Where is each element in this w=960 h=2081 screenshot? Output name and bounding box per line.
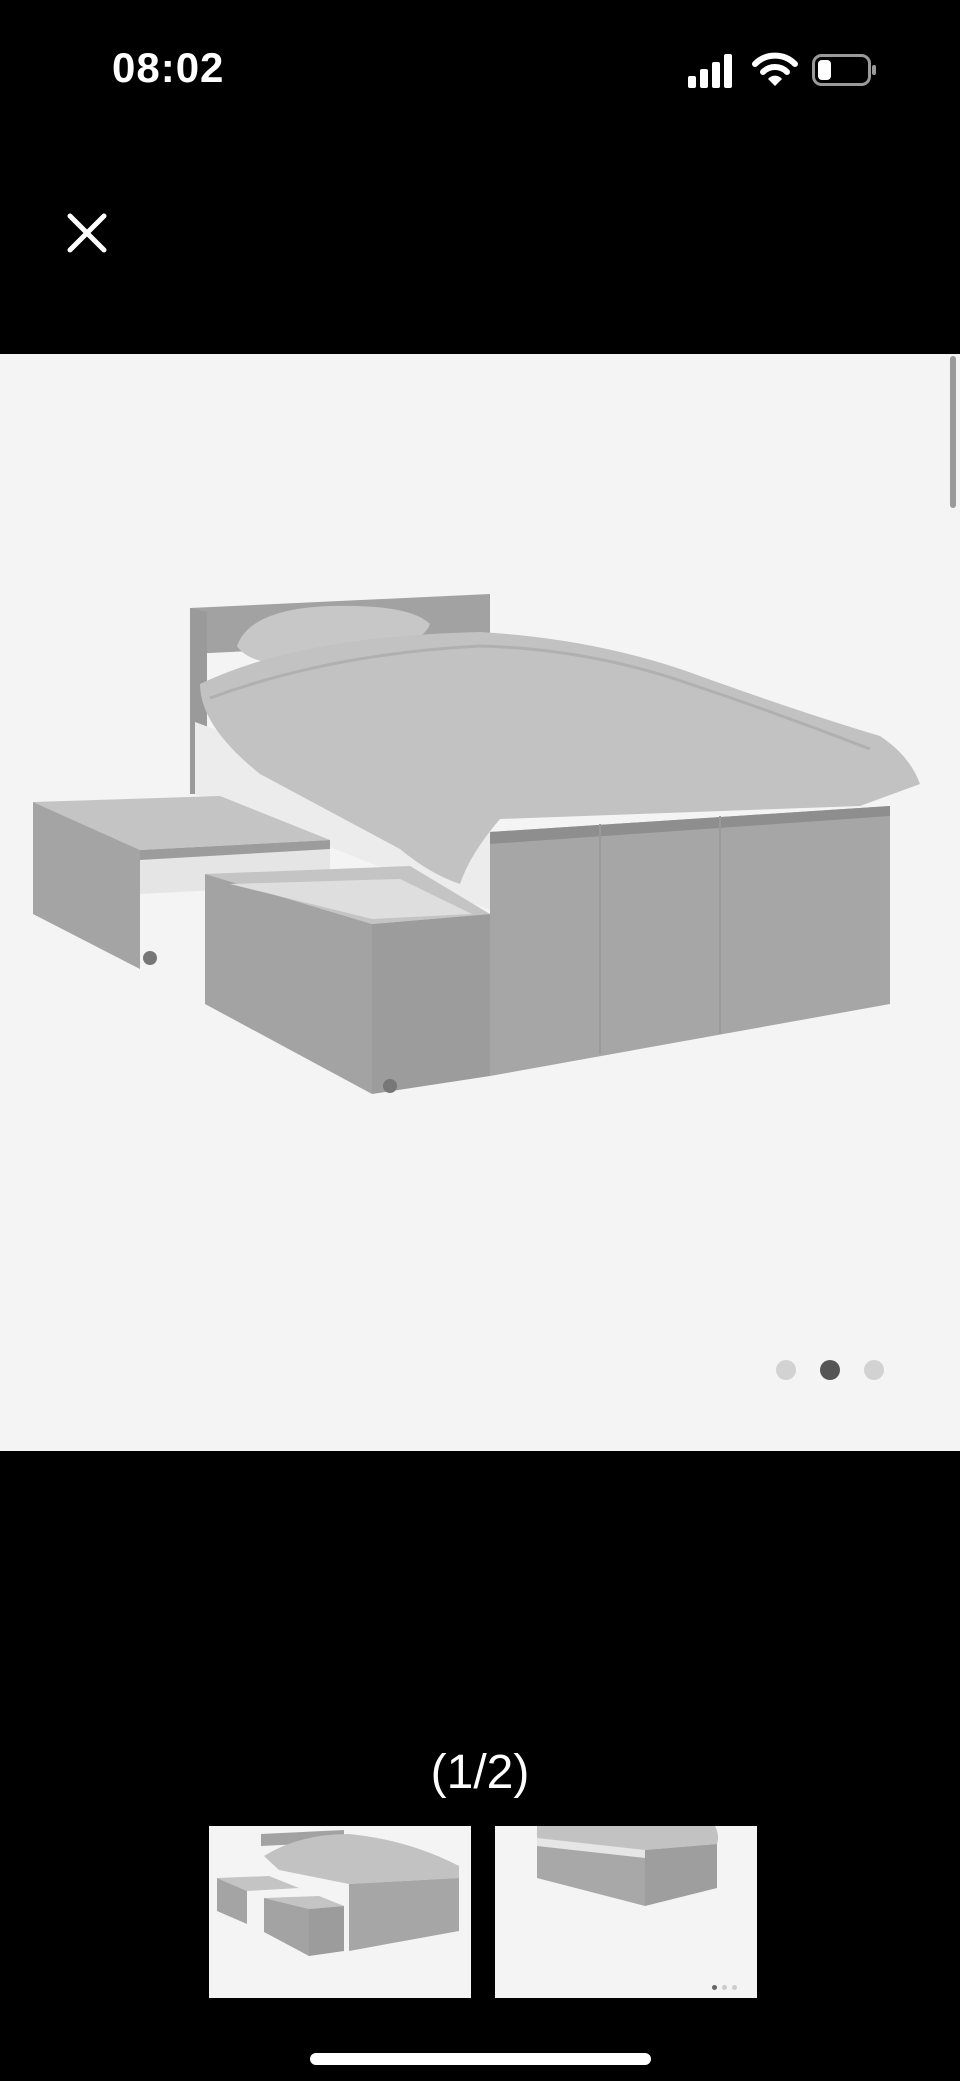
close-icon (67, 213, 107, 253)
thumbnail-1[interactable] (209, 1826, 471, 1998)
cellular-signal-icon (688, 54, 732, 88)
carousel-dot[interactable] (776, 1360, 796, 1380)
carousel-dot[interactable] (864, 1360, 884, 1380)
thumbnail-bed-drawers-image (217, 1830, 459, 1956)
image-counter: (1/2) (430, 1746, 530, 1799)
thumbnail-carousel-dots (712, 1985, 737, 1990)
close-button[interactable] (60, 206, 114, 260)
status-bar: 08:02 (0, 0, 960, 140)
status-time: 08:02 (112, 44, 225, 91)
wifi-icon (752, 52, 798, 86)
bed-illustration (33, 594, 920, 1094)
carousel-dot-active[interactable] (820, 1360, 840, 1380)
thumbnail-bed-side-image (537, 1826, 719, 1906)
thumbnail-2[interactable] (495, 1826, 757, 1998)
product-image[interactable] (0, 354, 960, 1451)
carousel-dots (776, 1360, 884, 1380)
home-indicator[interactable] (310, 2053, 651, 2065)
thumbnail-strip (209, 1826, 757, 1998)
battery-icon (812, 54, 876, 86)
